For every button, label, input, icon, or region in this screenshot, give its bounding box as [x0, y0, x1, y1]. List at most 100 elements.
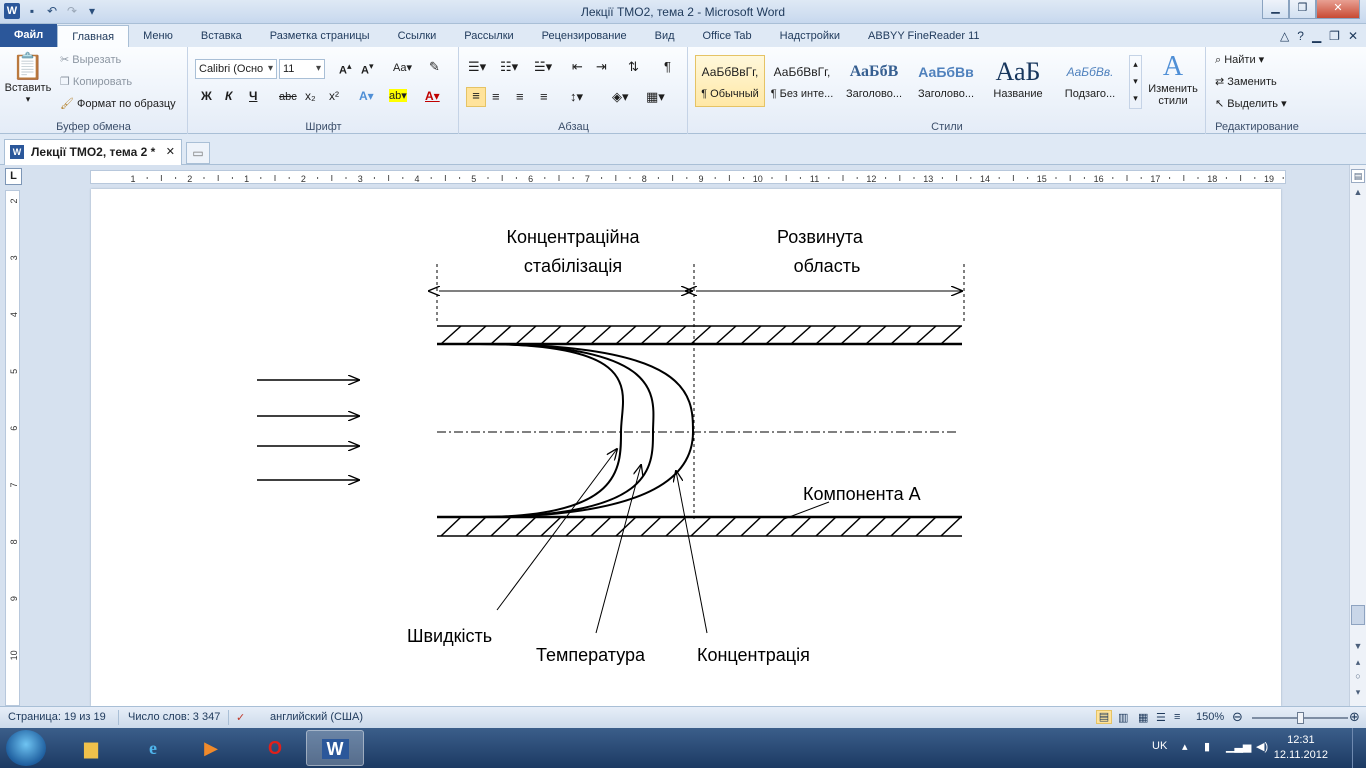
zoom-slider-handle[interactable]	[1297, 712, 1304, 724]
volume-icon[interactable]: ◀)	[1256, 740, 1268, 753]
help-icon[interactable]: ?	[1297, 29, 1304, 43]
maximize-button[interactable]: ❐	[1289, 0, 1316, 19]
new-tab-icon[interactable]: ▭	[186, 142, 210, 164]
text-effects-icon[interactable]: A▾	[359, 89, 374, 103]
close-button[interactable]: ✕	[1316, 0, 1360, 19]
web-layout-icon[interactable]: ▦	[1138, 711, 1148, 724]
draft-view-icon[interactable]: ≡	[1174, 711, 1180, 723]
scroll-up-icon[interactable]: ▲	[1351, 187, 1365, 197]
decrease-indent-icon[interactable]: ⇤	[572, 59, 583, 75]
shading-icon[interactable]: ◈▾	[612, 89, 629, 105]
change-case-icon[interactable]: Aa▾	[393, 61, 412, 74]
opera-icon[interactable]: O	[246, 730, 304, 766]
find-button[interactable]: ⌕ Найти ▾	[1215, 53, 1264, 67]
font-color-icon[interactable]: A▾	[425, 89, 440, 103]
doc-minimize-icon[interactable]: ▁	[1312, 29, 1321, 43]
next-page-icon[interactable]: ▾	[1351, 687, 1365, 698]
align-center-icon[interactable]: ≡	[492, 89, 500, 104]
zoom-out-icon[interactable]: ⊖	[1232, 709, 1243, 725]
underline-button[interactable]: Ч	[249, 89, 257, 103]
network-icon[interactable]: ▁▃▅	[1226, 740, 1251, 753]
style-title[interactable]: АаБ Название	[983, 55, 1053, 107]
tab-menu[interactable]: Меню	[129, 25, 187, 47]
horizontal-ruler[interactable]: 121234567891011121314151617181920	[90, 170, 1286, 184]
media-player-icon[interactable]: ▶	[182, 730, 240, 766]
paste-button[interactable]: 📋 Вставить ▾	[4, 51, 52, 105]
doc-close-icon[interactable]: ✕	[1348, 29, 1358, 43]
collapse-ribbon-icon[interactable]: △	[1280, 29, 1289, 43]
word-count[interactable]: Число слов: 3 347	[128, 711, 220, 723]
vertical-scrollbar[interactable]: ▤ ▲ ▼ ▴ ○ ▾	[1349, 165, 1366, 706]
language-indicator[interactable]: английский (США)	[270, 711, 363, 723]
style-heading-2[interactable]: АаБбВв Заголово...	[911, 55, 981, 107]
ruler-toggle-icon[interactable]: ▤	[1351, 169, 1365, 183]
tab-references[interactable]: Ссылки	[384, 25, 451, 47]
print-layout-view-icon[interactable]: ▤	[1096, 710, 1112, 724]
borders-icon[interactable]: ▦▾	[646, 89, 665, 105]
tab-addins[interactable]: Надстройки	[766, 25, 854, 47]
tab-home[interactable]: Главная	[57, 25, 130, 47]
copy-button[interactable]: ❐ Копировать	[60, 75, 132, 88]
keyboard-language[interactable]: UK	[1152, 740, 1167, 752]
doc-tab[interactable]: W Лекції ТМО2, тема 2 * ✕	[4, 139, 182, 165]
format-painter-button[interactable]: 🖌 Формат по образцу	[60, 97, 176, 110]
tab-layout[interactable]: Разметка страницы	[256, 25, 384, 47]
explorer-icon[interactable]: ▆	[62, 730, 120, 766]
doc-tab-close-icon[interactable]: ✕	[166, 140, 175, 164]
tab-insert[interactable]: Вставка	[187, 25, 256, 47]
zoom-in-icon[interactable]: ⊕	[1349, 709, 1360, 725]
style-heading-1[interactable]: АаБбВ Заголово...	[839, 55, 909, 107]
superscript-icon[interactable]: x²	[329, 89, 339, 103]
tab-abbyy[interactable]: ABBYY FineReader 11	[854, 25, 994, 47]
grow-font-icon[interactable]: A▴	[339, 61, 352, 77]
outline-view-icon[interactable]: ☰	[1156, 711, 1166, 724]
style-no-spacing[interactable]: АаБбВвГг, ¶ Без инте...	[767, 55, 837, 107]
prev-page-icon[interactable]: ▴	[1351, 657, 1365, 668]
sort-icon[interactable]: ⇅	[628, 59, 639, 75]
italic-button[interactable]: К	[225, 89, 232, 103]
bullets-icon[interactable]: ☰▾	[468, 59, 486, 75]
proofing-icon[interactable]: ✓	[236, 711, 245, 724]
reading-view-icon[interactable]: ▥	[1118, 711, 1128, 724]
font-size-combo[interactable]: 11	[279, 59, 325, 79]
start-button[interactable]	[6, 730, 46, 766]
show-desktop-button[interactable]	[1352, 728, 1366, 768]
show-marks-icon[interactable]: ¶	[664, 59, 671, 74]
tab-file[interactable]: Файл	[0, 24, 58, 47]
align-right-icon[interactable]: ≡	[516, 89, 524, 104]
doc-restore-icon[interactable]: ❐	[1329, 29, 1340, 43]
tab-review[interactable]: Рецензирование	[528, 25, 641, 47]
line-spacing-icon[interactable]: ↕▾	[570, 89, 583, 105]
subscript-icon[interactable]: x₂	[305, 89, 316, 103]
align-left-icon[interactable]: ≡	[466, 87, 486, 107]
document-page[interactable]: Концентраційна стабілізація Розвинута об…	[91, 189, 1281, 706]
system-clock[interactable]: 12:31 12.11.2012	[1274, 733, 1328, 763]
replace-button[interactable]: ⇄ Заменить	[1215, 75, 1277, 88]
internet-explorer-icon[interactable]: e	[124, 730, 182, 766]
increase-indent-icon[interactable]: ⇥	[596, 59, 607, 75]
shrink-font-icon[interactable]: A▾	[361, 61, 374, 77]
scroll-thumb[interactable]	[1351, 605, 1365, 625]
highlight-icon[interactable]: ab▾	[389, 89, 407, 102]
cut-button[interactable]: ✂ Вырезать	[60, 53, 121, 66]
tray-arrow-icon[interactable]: ▴	[1182, 740, 1188, 753]
numbering-icon[interactable]: ☷▾	[500, 59, 518, 75]
zoom-level[interactable]: 150%	[1196, 711, 1224, 723]
word-taskbar-icon[interactable]: W	[306, 730, 364, 766]
tab-view[interactable]: Вид	[641, 25, 689, 47]
tab-mailings[interactable]: Рассылки	[450, 25, 527, 47]
tab-selector[interactable]: L	[5, 168, 22, 185]
page-indicator[interactable]: Страница: 19 из 19	[8, 711, 106, 723]
styles-scroll[interactable]: ▴ ▾ ▾	[1129, 55, 1142, 109]
tray-device-icon[interactable]: ▮	[1204, 740, 1210, 753]
browse-object-icon[interactable]: ○	[1351, 671, 1365, 681]
minimize-button[interactable]: ▁	[1262, 0, 1289, 19]
multilevel-list-icon[interactable]: ☱▾	[534, 59, 552, 75]
tab-office-tab[interactable]: Office Tab	[689, 25, 766, 47]
strikethrough-button[interactable]: abc	[279, 91, 297, 103]
font-family-combo[interactable]: Calibri (Осно	[195, 59, 277, 79]
vertical-ruler[interactable]: 234567891011	[5, 190, 20, 717]
style-normal[interactable]: АаБбВвГг, ¶ Обычный	[695, 55, 765, 107]
justify-icon[interactable]: ≡	[540, 89, 548, 104]
clear-format-icon[interactable]: ✎	[429, 59, 440, 75]
